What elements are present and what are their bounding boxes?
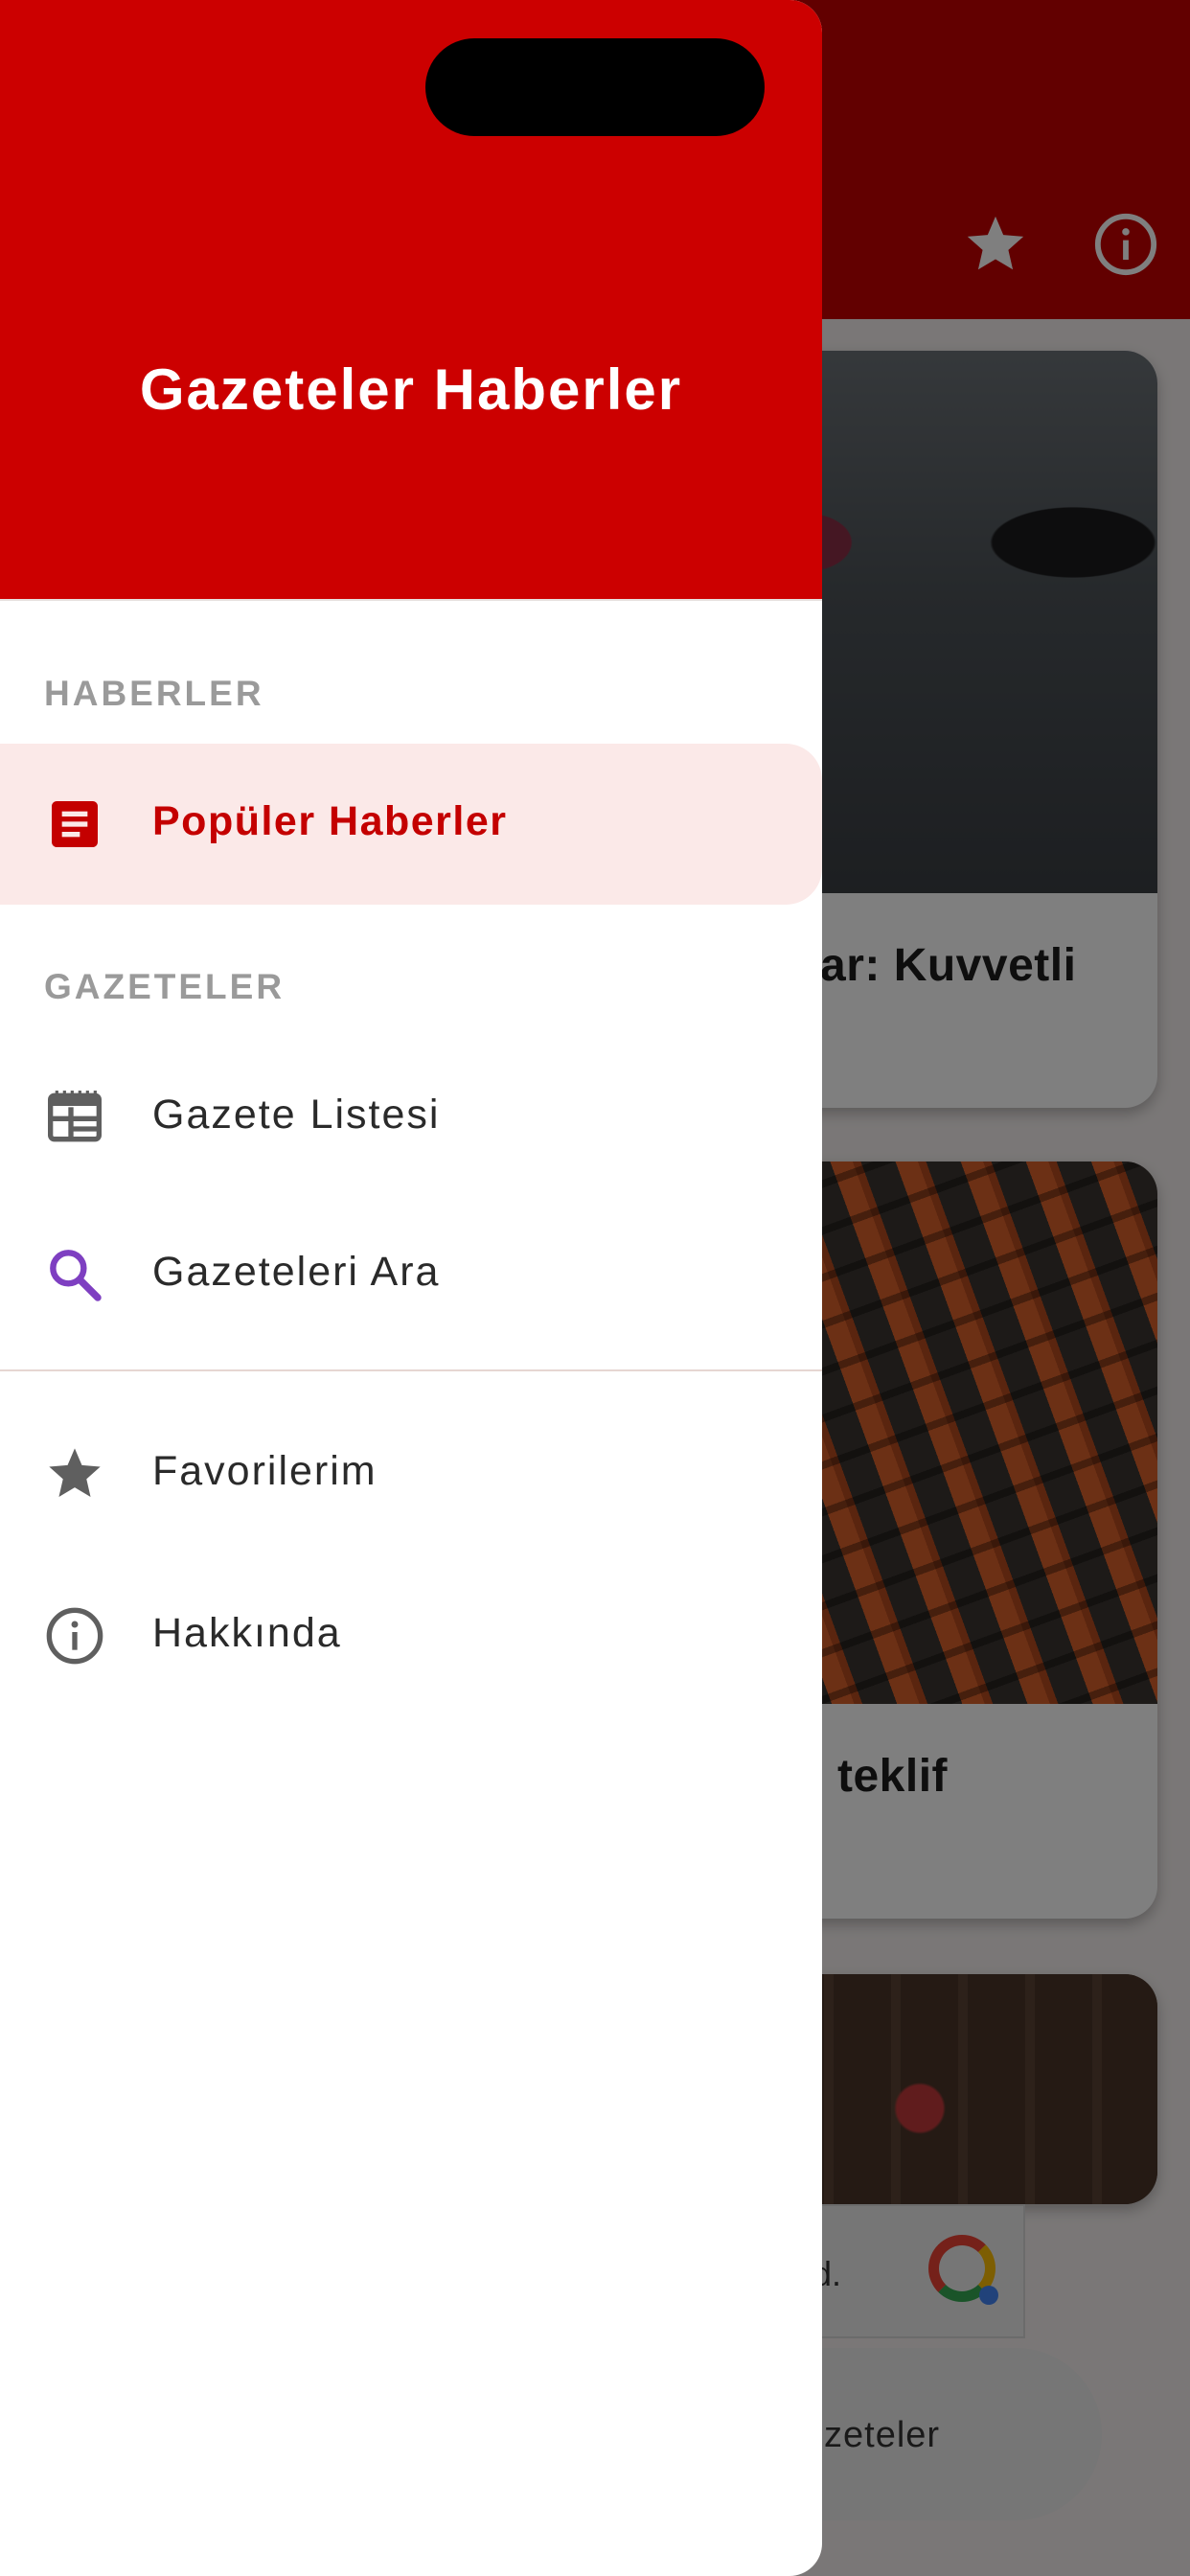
nav-item-label: Gazete Listesi xyxy=(152,1092,441,1138)
nav-item-label: Hakkında xyxy=(152,1610,342,1656)
nav-item-label: Favorilerim xyxy=(152,1448,378,1494)
section-label-newspapers: GAZETELER xyxy=(44,967,286,1006)
section-label-news: HABERLER xyxy=(44,674,264,713)
nav-item-popular-news[interactable]: Popüler Haberler xyxy=(0,744,822,905)
nav-item-label: Popüler Haberler xyxy=(152,798,508,844)
dynamic-island xyxy=(425,38,765,136)
drawer-divider xyxy=(0,1369,822,1371)
nav-item-search-newspapers[interactable]: Gazeteleri Ara xyxy=(0,1194,822,1355)
nav-item-favorites[interactable]: Favorilerim xyxy=(0,1393,822,1554)
nav-item-about[interactable]: Hakkında xyxy=(0,1555,822,1716)
search-icon xyxy=(44,1244,105,1305)
drawer-title: Gazeteler Haberler xyxy=(139,357,683,422)
nav-item-newspaper-list[interactable]: Gazete Listesi xyxy=(0,1037,822,1198)
newspaper-icon xyxy=(44,1087,105,1148)
drawer-header: Gazeteler Haberler xyxy=(0,0,822,601)
star-icon xyxy=(44,1443,105,1505)
nav-item-label: Gazeteleri Ara xyxy=(152,1249,441,1295)
info-icon xyxy=(44,1605,105,1667)
article-icon xyxy=(44,794,105,855)
navigation-drawer: Gazeteler Haberler HABERLER Popüler Habe… xyxy=(0,0,822,2576)
